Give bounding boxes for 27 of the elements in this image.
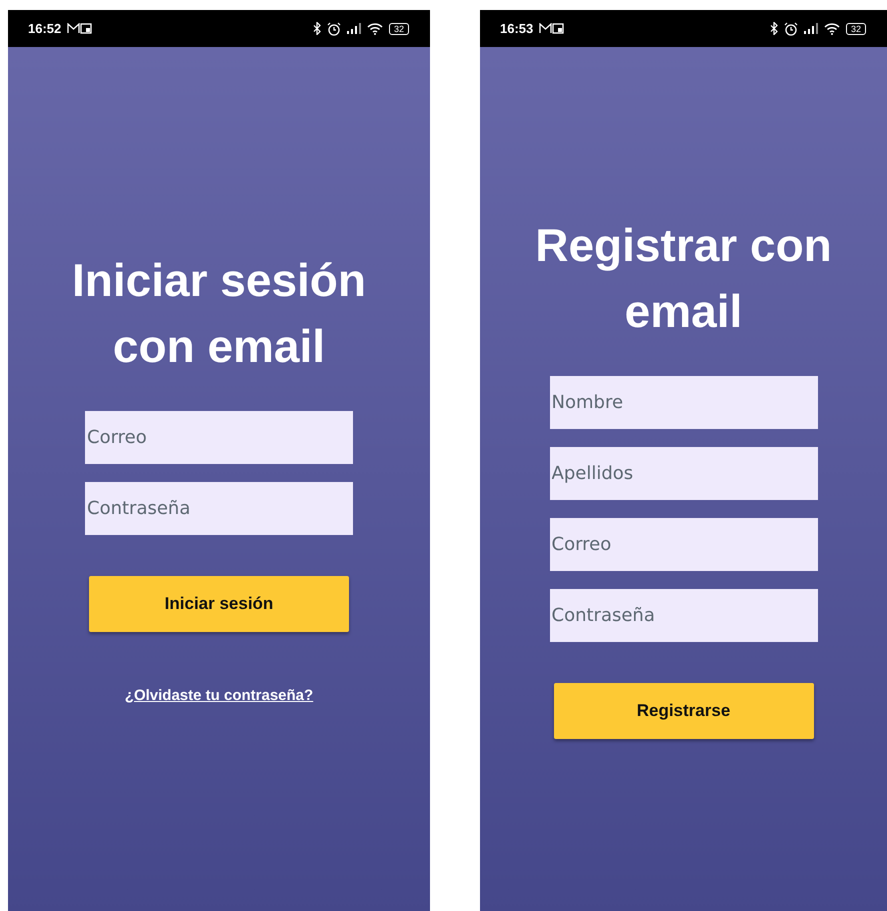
mail-icon [67, 23, 80, 34]
login-button[interactable]: Iniciar sesión [89, 576, 349, 632]
calendar-icon [80, 23, 92, 34]
input-field[interactable]: Contraseña [550, 588, 818, 642]
input-field[interactable]: Apellidos [550, 446, 818, 500]
register-button[interactable]: Registrarse [554, 682, 814, 738]
screen-title: Iniciar sesión con email [70, 252, 367, 374]
signal-icon [804, 23, 818, 34]
bluetooth-icon [770, 22, 778, 35]
wifi-icon [366, 22, 383, 34]
input-field[interactable]: Correo [85, 410, 353, 464]
wifi-icon [824, 22, 840, 34]
alarm-icon [326, 22, 341, 36]
input-field[interactable]: Correo [550, 518, 818, 570]
bluetooth-icon [312, 22, 321, 35]
status-time: 16:53 [500, 21, 534, 36]
calendar-icon [552, 23, 564, 34]
battery-indicator: 32 [846, 22, 866, 34]
mail-icon [539, 23, 552, 34]
screen-title: Registrar con email [534, 218, 833, 338]
signal-icon [346, 23, 361, 34]
battery-indicator: 32 [388, 22, 409, 34]
status-time: 16:52 [28, 21, 62, 36]
input-field[interactable]: Contraseña [85, 482, 353, 534]
alarm-icon [784, 22, 798, 36]
forgot-password-link[interactable]: ¿Olvidaste tu contraseña? [124, 686, 314, 704]
input-field[interactable]: Nombre [550, 376, 818, 428]
